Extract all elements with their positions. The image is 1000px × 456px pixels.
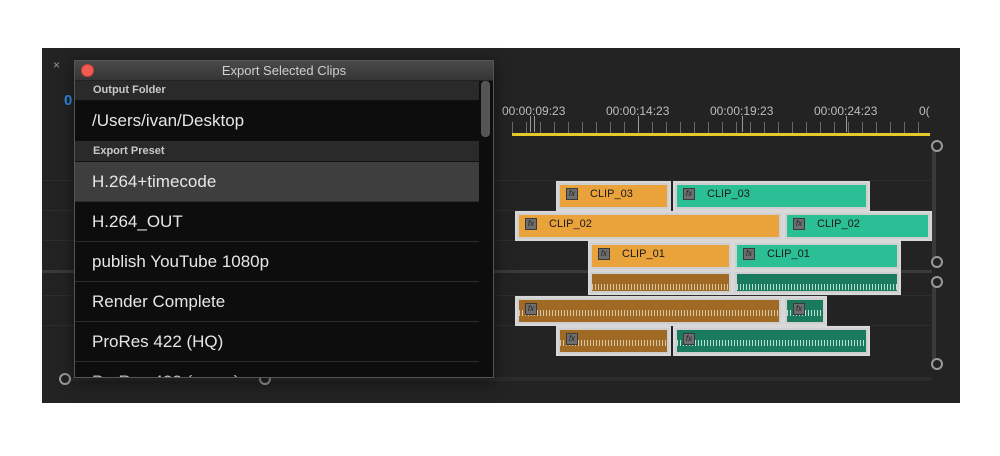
dialog-title: Export Selected Clips <box>221 63 347 78</box>
fx-icon[interactable]: fx <box>598 248 610 260</box>
zoom-handle-left[interactable] <box>59 373 71 385</box>
fx-icon[interactable]: fx <box>525 218 537 230</box>
dialog-titlebar[interactable]: Export Selected Clips <box>75 61 493 81</box>
preset-item[interactable]: publish YouTube 1080p <box>75 242 479 282</box>
fx-icon[interactable]: fx <box>525 303 537 315</box>
audio-clip[interactable]: fx <box>556 326 671 356</box>
audio-clip[interactable] <box>588 270 733 295</box>
scroll-handle-top[interactable] <box>931 276 943 288</box>
clip-name: CLIP_03 <box>707 188 750 200</box>
preset-item[interactable]: H.264_OUT <box>75 202 479 242</box>
output-folder-header: Output Folder <box>75 81 479 101</box>
video-clip[interactable]: fx CLIP_03 <box>556 181 671 211</box>
scroll-handle-top[interactable] <box>931 140 943 152</box>
panel-close-icon[interactable]: × <box>53 58 60 72</box>
fx-icon[interactable]: fx <box>743 248 755 260</box>
scroll-handle-bottom[interactable] <box>931 358 943 370</box>
output-folder-path[interactable]: /Users/ivan/Desktop <box>75 101 479 142</box>
clip-name: CLIP_03 <box>590 188 633 200</box>
audio-clip[interactable]: fx <box>783 296 827 326</box>
dialog-scrollbar-thumb[interactable] <box>481 81 490 137</box>
preset-item[interactable]: ProRes 422 (HQ) <box>75 322 479 362</box>
clip-name: CLIP_02 <box>817 218 860 230</box>
clip-name: CLIP_01 <box>767 248 810 260</box>
dialog-list: Output Folder /Users/ivan/Desktop Export… <box>75 81 479 377</box>
export-preset-header: Export Preset <box>75 142 479 162</box>
preset-item[interactable]: Render Complete <box>75 282 479 322</box>
video-clip[interactable]: fx CLIP_01 <box>588 241 733 271</box>
audio-clip[interactable] <box>733 270 901 295</box>
fx-icon[interactable]: fx <box>566 188 578 200</box>
fx-icon[interactable]: fx <box>683 333 695 345</box>
video-clip[interactable]: fx CLIP_03 <box>673 181 870 211</box>
video-vertical-scrollbar[interactable] <box>932 146 936 264</box>
audio-clip[interactable]: fx <box>515 296 783 326</box>
fx-icon[interactable]: fx <box>566 333 578 345</box>
preset-item[interactable]: H.264+timecode <box>75 162 479 202</box>
video-clip[interactable]: fx CLIP_02 <box>783 211 932 241</box>
video-clip[interactable]: fx CLIP_02 <box>515 211 783 241</box>
video-clip[interactable]: fx CLIP_01 <box>733 241 901 271</box>
preset-item[interactable]: ProRes 422 (proxy) <box>75 362 479 377</box>
audio-clip[interactable]: fx <box>673 326 870 356</box>
fx-icon[interactable]: fx <box>793 303 805 315</box>
ruler-major-ticks <box>512 116 932 132</box>
timecode-display[interactable]: 0 <box>64 92 72 109</box>
scroll-handle-bottom[interactable] <box>931 256 943 268</box>
clip-name: CLIP_02 <box>549 218 592 230</box>
fx-icon[interactable]: fx <box>683 188 695 200</box>
work-area-bar[interactable] <box>512 133 930 136</box>
clip-name: CLIP_01 <box>622 248 665 260</box>
export-dialog: Export Selected Clips Output Folder /Use… <box>74 60 494 378</box>
fx-icon[interactable]: fx <box>793 218 805 230</box>
audio-vertical-scrollbar[interactable] <box>932 280 936 366</box>
